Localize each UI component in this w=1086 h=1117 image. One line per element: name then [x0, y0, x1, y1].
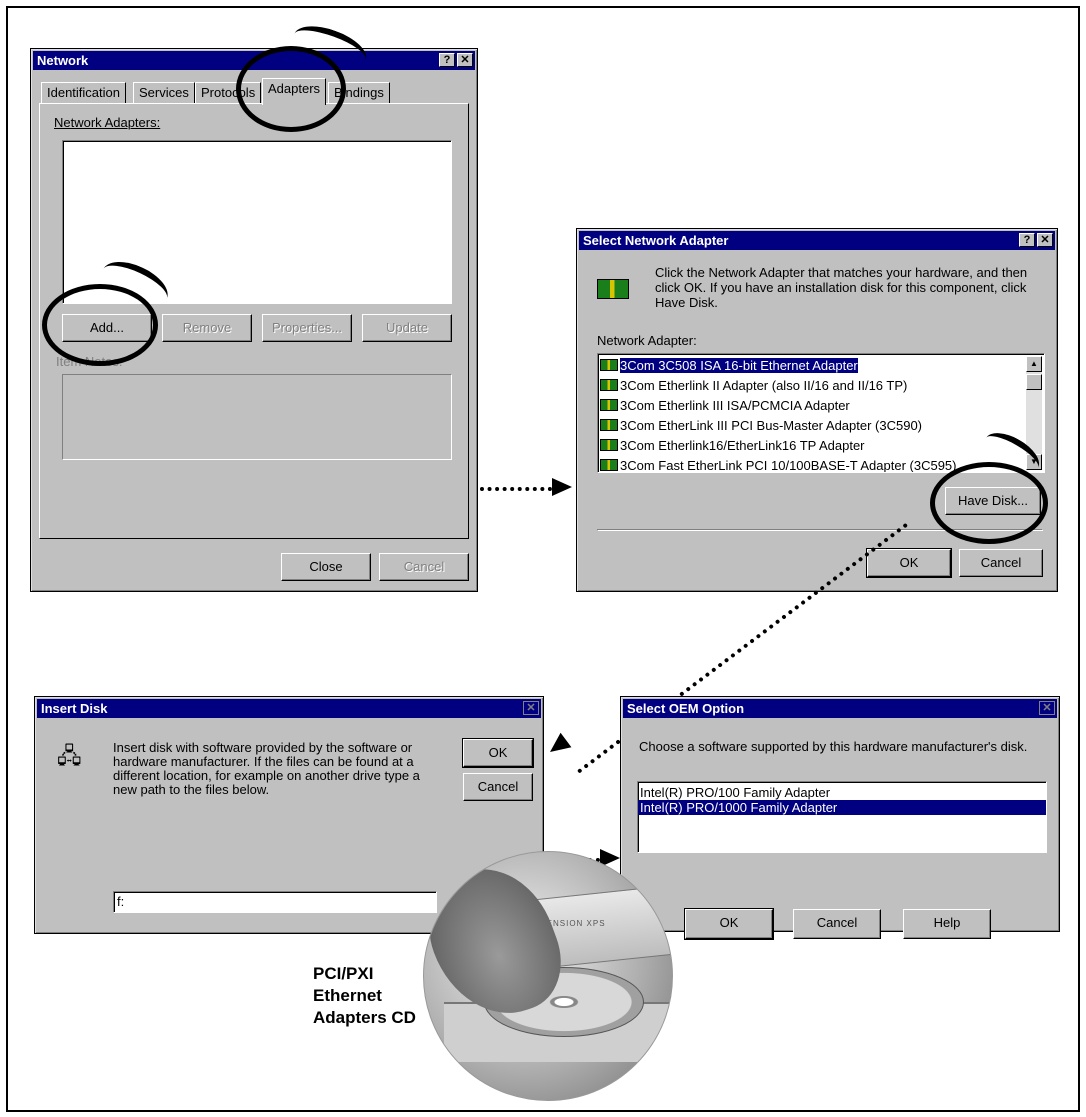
adapter-list[interactable]: 3Com 3C508 ISA 16-bit Ethernet Adapter 3…	[597, 353, 1045, 473]
tab-services[interactable]: Services	[133, 82, 195, 104]
oem-title: Select OEM Option	[627, 701, 745, 716]
network-card-icon	[597, 279, 629, 301]
arrow-dots-1	[480, 487, 552, 491]
select-oem-option-dialog: Select OEM Option ✕ Choose a software su…	[620, 696, 1060, 940]
insert-disk-title: Insert Disk	[41, 701, 108, 716]
select-adapter-title: Select Network Adapter	[583, 233, 729, 248]
ok-button[interactable]: OK	[462, 738, 534, 768]
disk-drive-icon: 🖧	[57, 743, 82, 768]
select-adapter-titlebar: Select Network Adapter ? ✕	[579, 231, 1055, 250]
scroll-up-icon[interactable]: ▲	[1026, 356, 1042, 372]
cd-caption: PCI/PXI Ethernet Adapters CD	[313, 963, 416, 1029]
adapter-item[interactable]: 3Com 3C508 ISA 16-bit Ethernet Adapter	[598, 356, 1044, 376]
path-input[interactable]: f:	[113, 891, 437, 913]
help-icon[interactable]: ?	[439, 53, 455, 67]
cancel-button[interactable]: Cancel	[463, 773, 533, 801]
oem-prompt: Choose a software supported by this hard…	[639, 739, 1028, 754]
adapter-item[interactable]: 3Com Etherlink II Adapter (also II/16 an…	[598, 376, 1044, 396]
ok-button[interactable]: OK	[684, 908, 774, 940]
network-adapter-list-label: Network Adapter:	[597, 333, 697, 348]
tab-identification[interactable]: Identification	[41, 82, 126, 104]
network-card-icon	[600, 439, 618, 451]
network-card-icon	[600, 359, 618, 371]
scroll-thumb[interactable]	[1026, 374, 1042, 390]
close-icon[interactable]: ✕	[1039, 701, 1055, 715]
adapter-item[interactable]: 3Com EtherLink III PCI Bus-Master Adapte…	[598, 416, 1044, 436]
cancel-button[interactable]: Cancel	[379, 553, 469, 581]
close-icon[interactable]: ✕	[1037, 233, 1053, 247]
oem-titlebar: Select OEM Option ✕	[623, 699, 1057, 718]
network-card-icon	[600, 459, 618, 471]
update-button[interactable]: Update	[362, 314, 452, 342]
network-adapters-label: Network Adapters:	[54, 115, 161, 130]
insert-disk-titlebar: Insert Disk ✕	[37, 699, 541, 718]
network-title: Network	[37, 53, 89, 68]
oem-option-item[interactable]: Intel(R) PRO/100 Family Adapter	[638, 785, 1046, 800]
caption-line: Ethernet	[313, 986, 382, 1005]
item-notes-box	[62, 374, 452, 460]
insert-disk-message: Insert disk with software provided by th…	[113, 740, 420, 797]
caption-line: Adapters CD	[313, 1008, 416, 1027]
cancel-button[interactable]: Cancel	[793, 909, 881, 939]
arrow-head-1	[552, 478, 572, 496]
close-icon[interactable]: ✕	[523, 701, 539, 715]
select-adapter-instructions: Click the Network Adapter that matches y…	[655, 265, 1028, 310]
caption-line: PCI/PXI	[313, 964, 374, 983]
oem-option-item[interactable]: Intel(R) PRO/1000 Family Adapter	[638, 800, 1046, 815]
properties-button[interactable]: Properties...	[262, 314, 352, 342]
network-card-icon	[600, 379, 618, 391]
network-card-icon	[600, 399, 618, 411]
ok-button[interactable]: OK	[866, 548, 952, 578]
adapter-item[interactable]: 3Com Etherlink III ISA/PCMCIA Adapter	[598, 396, 1044, 416]
help-icon[interactable]: ?	[1019, 233, 1035, 247]
remove-button[interactable]: Remove	[162, 314, 252, 342]
oem-options-list[interactable]: Intel(R) PRO/100 Family Adapter Intel(R)…	[637, 781, 1047, 853]
tab-adapters[interactable]: Adapters	[262, 78, 327, 105]
cd-insert-photo: DIMENSION XPS	[423, 851, 673, 1101]
help-button[interactable]: Help	[903, 909, 991, 939]
close-icon[interactable]: ✕	[457, 53, 473, 67]
close-button[interactable]: Close	[281, 553, 371, 581]
cancel-button[interactable]: Cancel	[959, 549, 1043, 577]
network-card-icon	[600, 419, 618, 431]
adapter-item[interactable]: 3Com Etherlink16/EtherLink16 TP Adapter	[598, 436, 1044, 456]
